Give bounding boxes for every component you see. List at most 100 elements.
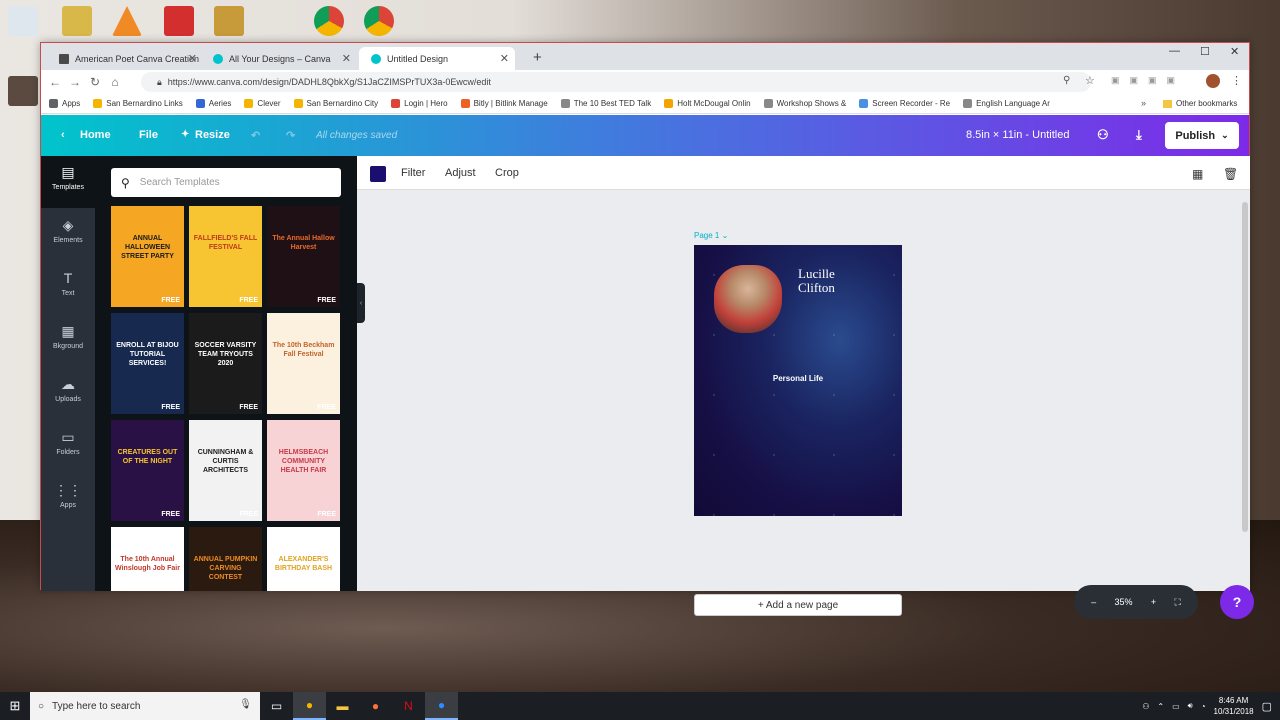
avatar[interactable] [1206, 74, 1220, 88]
tab-all-designs[interactable]: All Your Designs – Canva ✕ [201, 47, 357, 70]
zoom-in-button[interactable]: + [1151, 597, 1156, 607]
back-icon[interactable]: ← [45, 75, 65, 89]
crop-button[interactable]: Crop [495, 167, 519, 179]
template-thumbnail[interactable]: The 10th Beckham Fall Festival FREE [267, 313, 340, 414]
bookmark-item[interactable]: Clever [244, 99, 281, 108]
reload-icon[interactable]: ↻ [85, 75, 105, 89]
transparency-icon[interactable]: ▦ [1192, 167, 1203, 181]
bookmark-item[interactable]: Bitly | Bitlink Manage [460, 99, 548, 108]
bookmark-item[interactable]: Login | Hero [391, 99, 448, 108]
trash-icon[interactable]: 🗑︎ [1223, 167, 1238, 181]
taskbar-search[interactable]: ○ Type here to search 🎙︎ [30, 692, 260, 720]
sidenav-item-apps[interactable]: ⋮⋮ Apps [41, 474, 95, 526]
template-thumbnail[interactable]: ENROLL AT BIJOU TUTORIAL SERVICES! FREE [111, 313, 184, 414]
maximize-button[interactable]: ☐ [1200, 45, 1210, 58]
notification-icon[interactable]: ▢ [1262, 700, 1272, 713]
sidenav-item-folders[interactable]: ▭ Folders [41, 421, 95, 473]
document-title[interactable]: 8.5in × 11in - Untitled [966, 129, 1069, 141]
template-thumbnail[interactable]: FALLFIELD'S FALL FESTIVAL FREE [189, 206, 262, 307]
tab-american-poet[interactable]: American Poet Canva Creation ✕ [47, 47, 203, 70]
page-label[interactable]: Page 1 ⌄ [694, 231, 728, 240]
bookmark-item[interactable]: English Language Ar [963, 99, 1050, 108]
template-thumbnail[interactable]: ANNUAL PUMPKIN CARVING CONTEST [189, 527, 262, 591]
template-thumbnail[interactable]: ANNUAL HALLOWEEN STREET PARTY FREE [111, 206, 184, 307]
bookmark-item[interactable]: San Bernardino City [293, 99, 378, 108]
file-menu-button[interactable]: File [139, 129, 158, 141]
show-hidden-icons[interactable]: ⌃ [1157, 702, 1164, 711]
other-bookmarks[interactable]: Other bookmarks [1163, 99, 1237, 108]
zoom-level[interactable]: 35% [1115, 597, 1133, 607]
wifi-icon[interactable]: ◔ [1201, 702, 1206, 711]
sidenav-item-elements[interactable]: ◈ Elements [41, 209, 95, 261]
firefox-icon[interactable]: ● [359, 692, 392, 720]
filter-button[interactable]: Filter [401, 167, 425, 179]
template-thumbnail[interactable]: SOCCER VARSITY TEAM TRYOUTS 2020 FREE [189, 313, 262, 414]
close-icon[interactable]: ✕ [188, 52, 197, 65]
search-input[interactable]: ⚲ Search Templates [111, 168, 341, 197]
adjust-button[interactable]: Adjust [445, 167, 476, 179]
extension-icons[interactable]: ▣▣▣▣ [1111, 75, 1185, 86]
network-icon[interactable]: ▭ [1172, 702, 1180, 711]
zoom-app-icon[interactable]: ● [425, 692, 458, 720]
netflix-icon[interactable]: N [392, 692, 425, 720]
bookmark-item[interactable]: Apps [49, 99, 80, 108]
template-thumbnail[interactable]: The Annual Hallow Harvest FREE [267, 206, 340, 307]
sidenav-item-text[interactable]: T Text [41, 262, 95, 314]
recycle-bin-icon[interactable] [8, 6, 38, 36]
task-view-icon[interactable]: ▭ [260, 692, 293, 720]
sidenav-item-bkground[interactable]: ▦ Bkground [41, 315, 95, 367]
resize-button[interactable]: Resize [195, 129, 230, 141]
help-button[interactable]: ? [1220, 585, 1254, 619]
windows-start-icon[interactable]: ⊞ [0, 698, 30, 714]
archive-icon[interactable] [214, 6, 244, 36]
template-thumbnail[interactable]: The 10th Annual Winslough Job Fair [111, 527, 184, 591]
bookmark-item[interactable]: The 10 Best TED Talk [560, 99, 651, 108]
star-icon[interactable]: ☆ [1085, 74, 1095, 87]
share-icon[interactable]: ⚇ [1097, 127, 1109, 143]
chrome-taskbar-icon[interactable]: ● [293, 692, 326, 720]
color-swatch[interactable] [370, 166, 386, 182]
tab-untitled-design[interactable]: Untitled Design ✕ [359, 47, 515, 70]
file-explorer-icon[interactable]: ▬ [326, 692, 359, 720]
desktop-folder-icon[interactable] [62, 6, 92, 36]
pdf-icon[interactable] [164, 6, 194, 36]
poet-name[interactable]: Lucille Clifton [798, 267, 835, 295]
publish-button[interactable]: Publish ⌄ [1165, 122, 1239, 149]
minimize-button[interactable]: — [1169, 45, 1180, 57]
forward-icon[interactable]: → [65, 75, 85, 89]
design-page[interactable]: Lucille Clifton Personal Life [694, 245, 902, 516]
section-title[interactable]: Personal Life [694, 374, 902, 383]
bookmark-item[interactable]: Aeries [195, 99, 231, 108]
chrome-profile-icon[interactable] [364, 6, 394, 36]
download-icon[interactable]: ⤓ [1136, 127, 1142, 143]
chrome-icon[interactable] [314, 6, 344, 36]
undo-icon[interactable]: ↶ [251, 129, 260, 142]
portrait-photo[interactable] [714, 265, 782, 333]
bookmark-item[interactable]: San Bernardino Links [93, 99, 183, 108]
close-icon[interactable]: ✕ [342, 52, 351, 65]
collapse-panel-handle[interactable]: ‹ [357, 283, 365, 323]
sidenav-item-templates[interactable]: ▤ Templates [41, 156, 95, 208]
template-thumbnail[interactable]: CREATURES OUT OF THE NIGHT FREE [111, 420, 184, 521]
microphone-icon[interactable]: 🎙︎ [239, 699, 252, 710]
menu-icon[interactable]: ⋮ [1231, 74, 1242, 87]
bookmark-item[interactable]: Workshop Shows & [763, 99, 846, 108]
scrollbar[interactable] [1242, 202, 1248, 532]
new-tab-button[interactable]: + [533, 49, 542, 66]
redo-icon[interactable]: ↷ [286, 129, 295, 142]
bookmarks-overflow-icon[interactable]: » [1141, 98, 1146, 108]
people-icon[interactable]: ⚇ [1142, 702, 1149, 711]
home-icon[interactable]: ⌂ [105, 75, 125, 89]
volume-icon[interactable]: 🔊︎ [1188, 701, 1193, 711]
zoom-icon[interactable]: ⚲ [1063, 75, 1070, 86]
template-thumbnail[interactable]: CUNNINGHAM & CURTIS ARCHITECTS FREE [189, 420, 262, 521]
close-icon[interactable]: ✕ [500, 52, 509, 65]
home-button[interactable]: Home [80, 129, 111, 141]
url-input[interactable]: 🔒︎ https://www.canva.com/design/DADHL8Qb… [141, 72, 1091, 92]
add-page-button[interactable]: + Add a new page [694, 594, 902, 616]
photo-file-icon[interactable] [8, 76, 38, 106]
fullscreen-icon[interactable]: ⛶ [1175, 597, 1181, 608]
window-close-button[interactable]: ✕ [1230, 45, 1239, 58]
zoom-out-button[interactable]: – [1091, 597, 1096, 607]
clock[interactable]: 8:46 AM 10/31/2018 [1214, 695, 1254, 717]
